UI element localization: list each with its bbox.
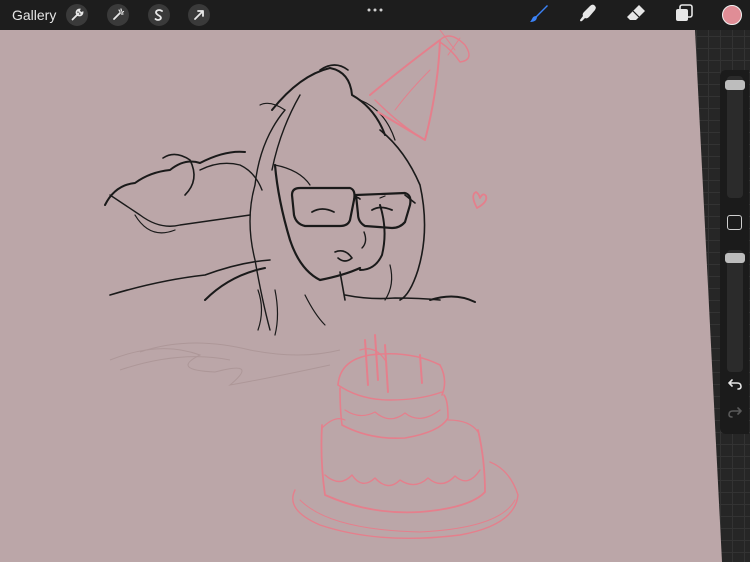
drawing-canvas[interactable]	[0, 0, 750, 562]
opacity-slider[interactable]	[725, 250, 745, 372]
transform-button[interactable]	[188, 4, 210, 26]
canvas-artwork	[0, 29, 722, 562]
color-picker-button[interactable]	[722, 5, 742, 25]
side-bar	[720, 70, 749, 434]
brush-tool-button[interactable]	[527, 3, 551, 27]
redo-button[interactable]	[726, 406, 744, 422]
redo-arrow-icon	[728, 405, 742, 423]
eraser-icon	[625, 2, 647, 29]
ellipsis-icon	[364, 2, 386, 19]
adjustments-button[interactable]	[107, 4, 129, 26]
brush-size-thumb[interactable]	[725, 80, 745, 91]
modify-button[interactable]	[727, 215, 742, 230]
more-menu-button[interactable]	[364, 2, 386, 12]
magic-wand-icon	[111, 8, 125, 22]
undo-arrow-icon	[728, 377, 742, 395]
smudge-tool-button[interactable]	[576, 3, 600, 27]
arrow-cursor-icon	[192, 8, 206, 22]
opacity-thumb[interactable]	[725, 253, 745, 264]
eraser-tool-button[interactable]	[624, 3, 648, 27]
gallery-button[interactable]: Gallery	[12, 6, 56, 24]
layers-button[interactable]	[672, 3, 696, 27]
layers-icon	[673, 2, 695, 29]
actions-button[interactable]	[66, 4, 88, 26]
brush-icon	[528, 2, 550, 29]
top-toolbar: Gallery	[0, 0, 750, 30]
brush-size-slider[interactable]	[725, 76, 745, 198]
selection-s-icon	[152, 8, 166, 22]
smudge-finger-icon	[577, 2, 599, 29]
wrench-icon	[70, 8, 84, 22]
procreate-app: Gallery	[0, 0, 750, 562]
undo-button[interactable]	[726, 378, 744, 394]
selection-button[interactable]	[148, 4, 170, 26]
